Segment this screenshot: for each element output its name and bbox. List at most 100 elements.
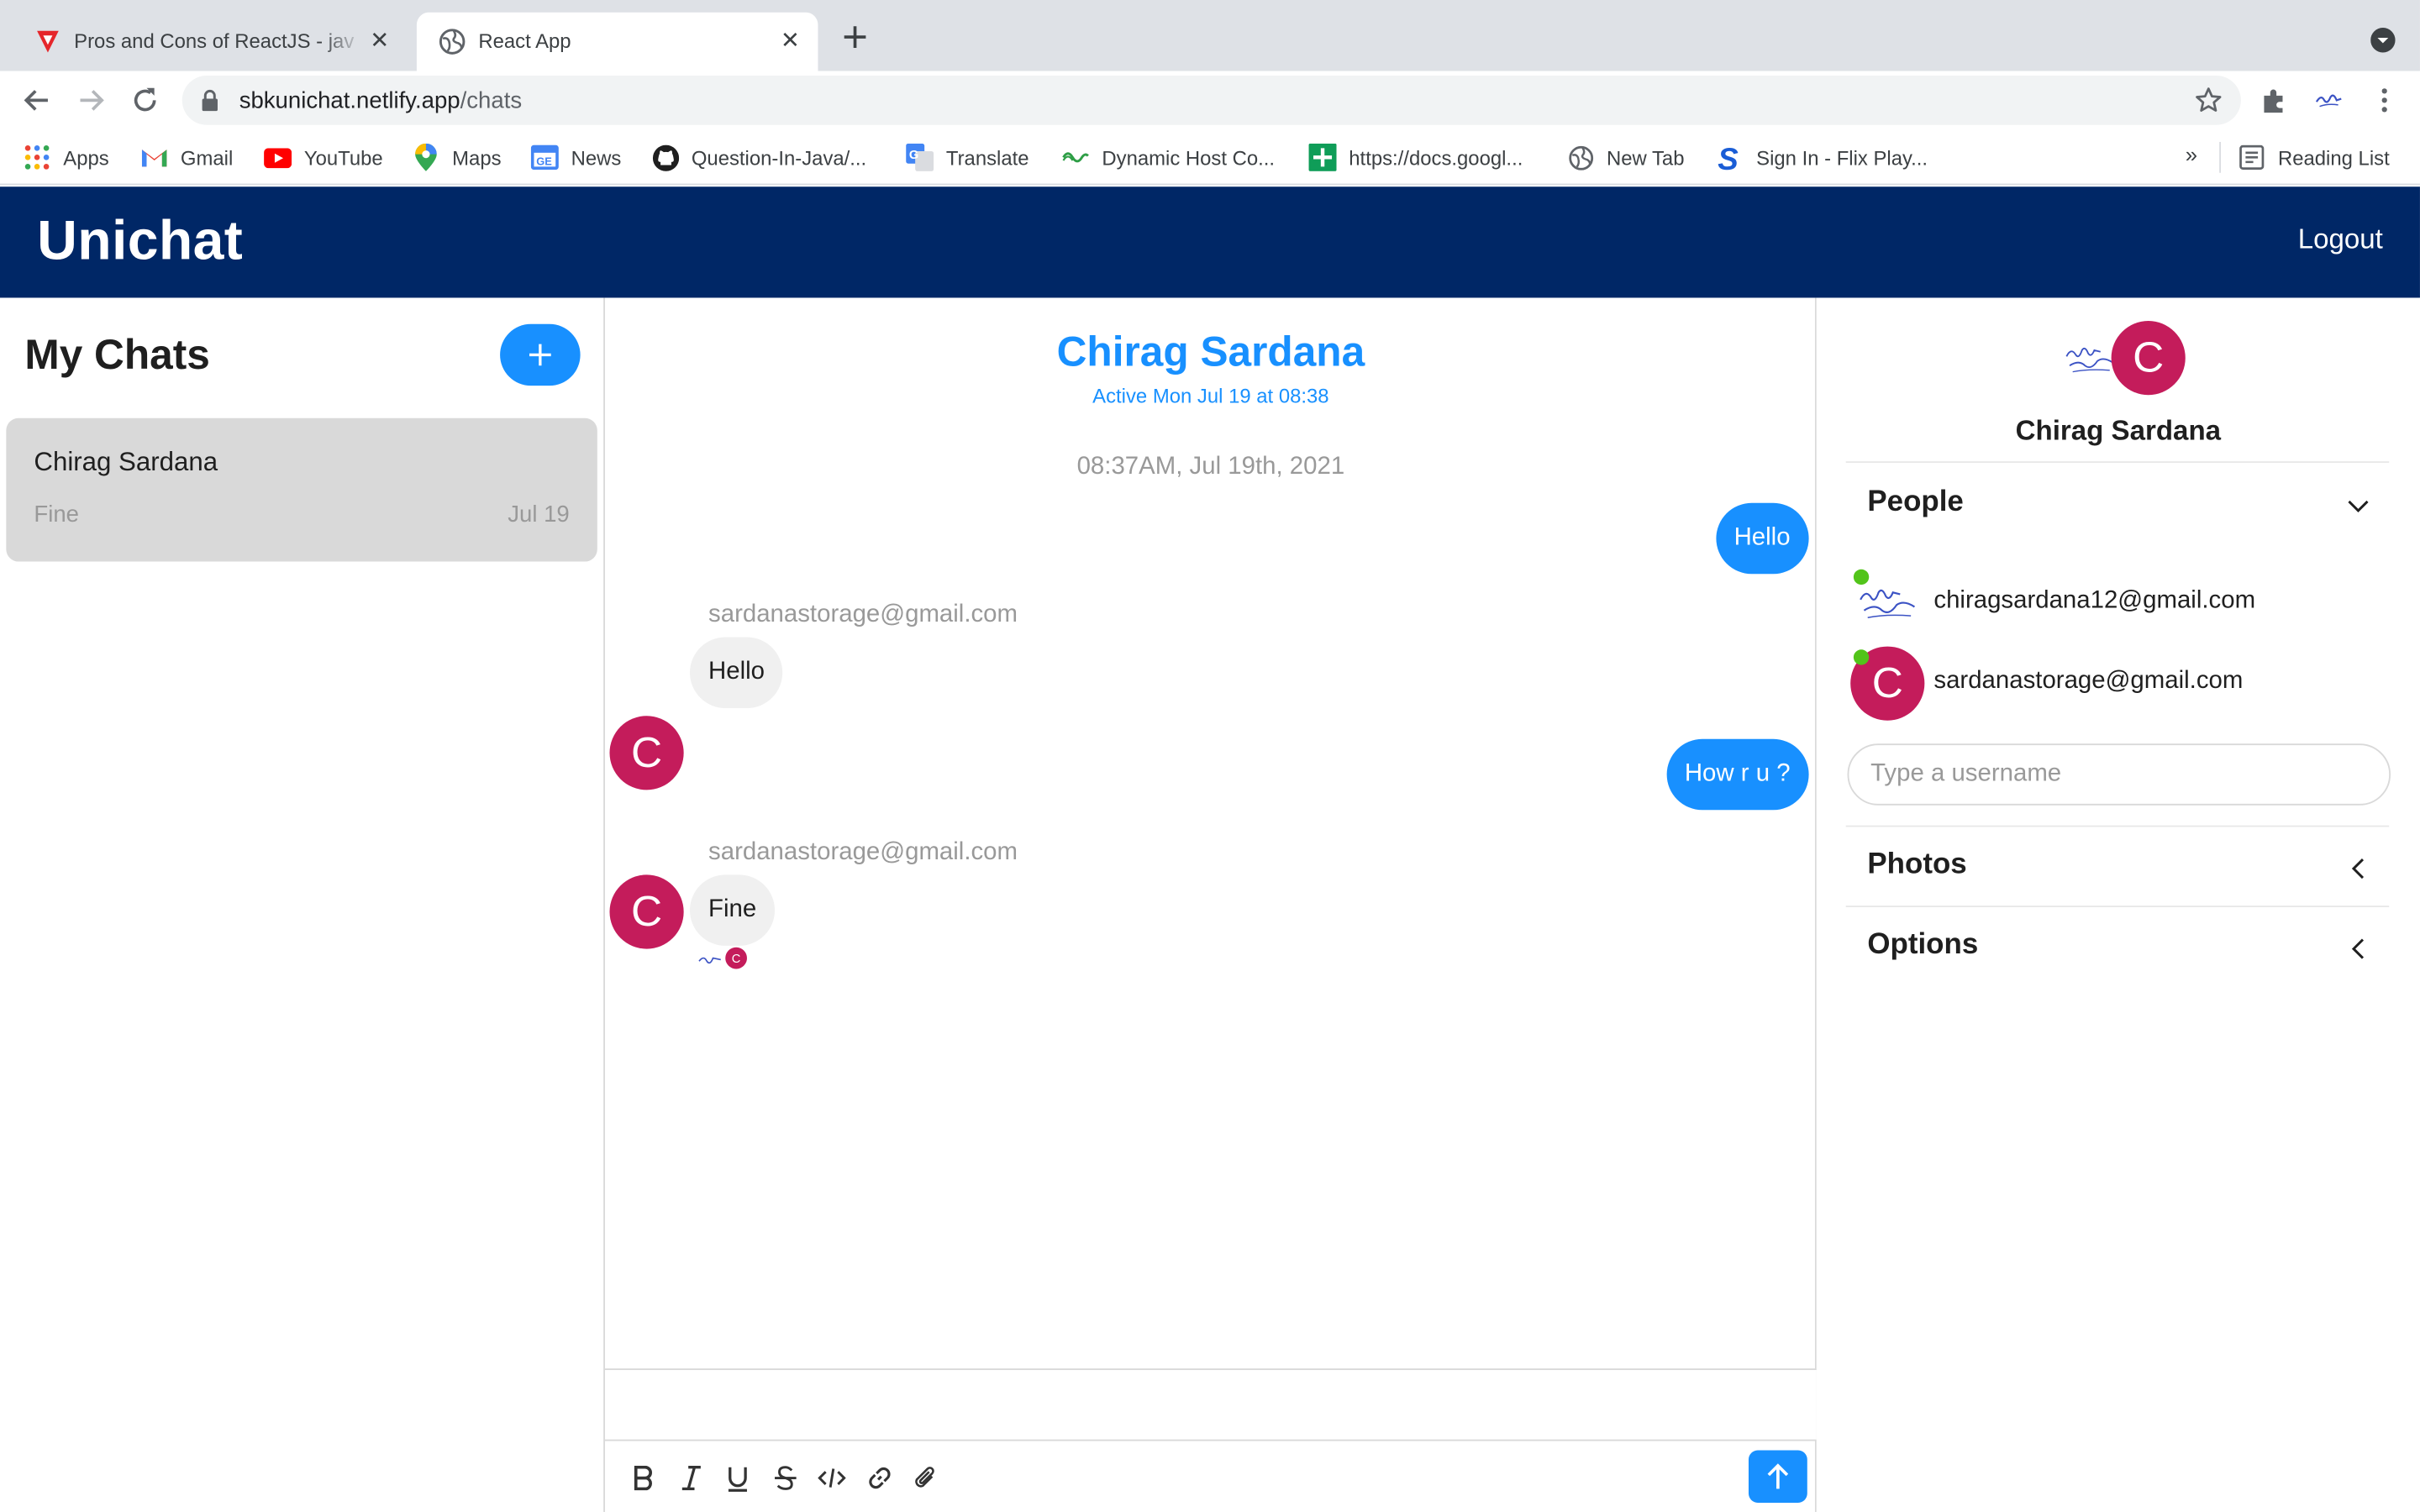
reading-list-button[interactable]: Reading List [2238, 142, 2390, 173]
tab-search-icon[interactable] [2370, 28, 2396, 53]
send-button[interactable] [1748, 1450, 1807, 1503]
profile-signature-icon[interactable] [2315, 87, 2343, 114]
bookmark-new-tab[interactable]: New Tab [1566, 142, 1684, 173]
bookmark-gmail[interactable]: Gmail [140, 142, 233, 173]
chevron-left-icon [2351, 858, 2365, 879]
bookmark-youtube[interactable]: YouTube [264, 142, 383, 173]
person-email: chiragsardana12@gmail.com [1933, 587, 2256, 615]
chat-list-panel: My Chats Chirag Sardana Fine Jul 19 [0, 297, 605, 1512]
chevron-down-icon [2348, 500, 2369, 513]
their-message-bubble: Hello [690, 637, 784, 709]
bookmark-translate[interactable]: G Translate [906, 142, 1029, 173]
strikethrough-icon[interactable] [771, 1462, 802, 1494]
code-icon[interactable] [817, 1462, 848, 1494]
message-sender-label: sardanastorage@gmail.com [708, 601, 1018, 628]
address-bar[interactable]: sbkunichat.netlify.app/chats [182, 75, 2241, 125]
svg-text:S: S [1718, 144, 1739, 171]
chevron-left-icon [2351, 938, 2365, 959]
italic-icon[interactable] [676, 1462, 707, 1494]
gmail-icon [140, 144, 168, 171]
bookmark-label: New Tab [1607, 145, 1685, 170]
s-logo-icon: S [1716, 144, 1744, 171]
bookmark-label: Dynamic Host Co... [1102, 145, 1276, 170]
translate-icon: G [906, 143, 934, 171]
extensions-puzzle-icon[interactable] [2261, 87, 2289, 114]
message-composer [604, 1368, 1817, 1512]
sender-avatar: C [609, 716, 684, 790]
my-message-bubble: Hello [1715, 502, 1809, 575]
globe-icon [439, 29, 466, 55]
bookmark-maps[interactable]: Maps [412, 142, 502, 173]
plus-icon [529, 344, 551, 366]
bookmark-label: Maps [452, 145, 502, 170]
back-arrow-icon[interactable] [22, 85, 53, 116]
bold-icon[interactable] [629, 1462, 660, 1494]
my-message-bubble: How r u ? [1665, 738, 1809, 811]
more-bookmarks-chevron-icon[interactable]: » [2186, 142, 2197, 166]
online-status-dot [1853, 649, 1870, 665]
chat-card-date: Jul 19 [508, 501, 570, 528]
date-divider: 08:37AM, Jul 19th, 2021 [1076, 453, 1345, 480]
bookmark-dynamic-host[interactable]: Dynamic Host Co... [1062, 142, 1275, 173]
logout-button[interactable]: Logout [2298, 223, 2383, 256]
read-receipt-avatar: C [725, 947, 747, 969]
new-chat-button[interactable] [500, 323, 581, 386]
chat-title: Chirag Sardana [1056, 328, 1365, 375]
forward-arrow-icon[interactable] [76, 85, 107, 116]
link-icon[interactable] [865, 1462, 896, 1494]
browser-menu-kebab-icon[interactable] [2370, 87, 2398, 114]
tab-close-icon[interactable]: ✕ [367, 29, 392, 54]
globe-icon [1566, 144, 1594, 171]
maps-icon [412, 143, 439, 171]
bookmark-star-icon[interactable] [2195, 87, 2223, 114]
people-section-header[interactable]: People [1845, 461, 2390, 548]
attachment-icon[interactable] [911, 1462, 942, 1494]
bookmark-flix-play[interactable]: S Sign In - Flix Play... [1716, 142, 1928, 173]
bookmark-label: Apps [63, 145, 109, 170]
bookmark-label: Translate [945, 145, 1029, 170]
signature-avatar-icon [2065, 347, 2113, 373]
signature-avatar-icon [1860, 589, 1916, 619]
reading-list-icon [2238, 144, 2265, 171]
chat-card[interactable]: Chirag Sardana Fine Jul 19 [6, 417, 597, 562]
person-row: chiragsardana12@gmail.com [1850, 566, 2375, 640]
browser-tab-strip: Pros and Cons of ReactJS - jav ✕ React A… [0, 0, 2420, 71]
url-text: sbkunichat.netlify.app/chats [239, 88, 522, 114]
username-input[interactable]: Type a username [1847, 743, 2391, 806]
sender-avatar: C [609, 874, 684, 949]
chat-card-title: Chirag Sardana [34, 447, 218, 477]
bookmark-label: News [571, 145, 622, 170]
options-label: Options [1867, 928, 1979, 962]
tab-close-icon[interactable]: ✕ [778, 29, 802, 54]
chat-feed: Chirag Sardana Active Mon Jul 19 at 08:3… [604, 297, 1817, 1512]
photos-section-header[interactable]: Photos [1845, 825, 2390, 906]
browser-tab-active[interactable]: React App ✕ [416, 12, 818, 71]
reload-icon[interactable] [129, 85, 160, 116]
reading-list-label: Reading List [2277, 145, 2390, 170]
arrow-up-icon [1767, 1463, 1789, 1489]
read-receipt-signature-icon [698, 957, 721, 964]
message-sender-label: sardanastorage@gmail.com [708, 839, 1018, 866]
underline-icon[interactable] [723, 1462, 754, 1494]
browser-tab[interactable]: Pros and Cons of ReactJS - jav ✕ [13, 13, 408, 71]
bookmark-news[interactable]: GE News [530, 142, 622, 173]
their-message-bubble: Fine [690, 874, 776, 946]
svg-text:GE: GE [536, 155, 552, 168]
new-tab-plus-icon[interactable] [839, 22, 871, 53]
bookmark-google-docs[interactable]: https://docs.googl... [1308, 142, 1523, 173]
svg-text:G: G [909, 149, 918, 162]
sheets-icon [1308, 143, 1337, 171]
tab-favicon-icon [37, 30, 59, 53]
photos-label: Photos [1867, 848, 1967, 881]
chat-card-last-message: Fine [34, 501, 80, 528]
bookmark-label: Sign In - Flix Play... [1756, 145, 1928, 170]
options-section-header[interactable]: Options [1845, 906, 2390, 986]
bookmarks-divider [2219, 141, 2222, 173]
person-row: C sardanastorage@gmail.com [1850, 646, 2375, 721]
bookmark-github[interactable]: Question-In-Java/... [651, 142, 866, 173]
bookmark-label: https://docs.googl... [1349, 145, 1523, 170]
message-input[interactable] [604, 1369, 1817, 1441]
bookmark-apps[interactable]: Apps [24, 142, 109, 173]
apps-grid-icon [24, 144, 51, 171]
url-host: sbkunichat.netlify.app [239, 87, 460, 114]
